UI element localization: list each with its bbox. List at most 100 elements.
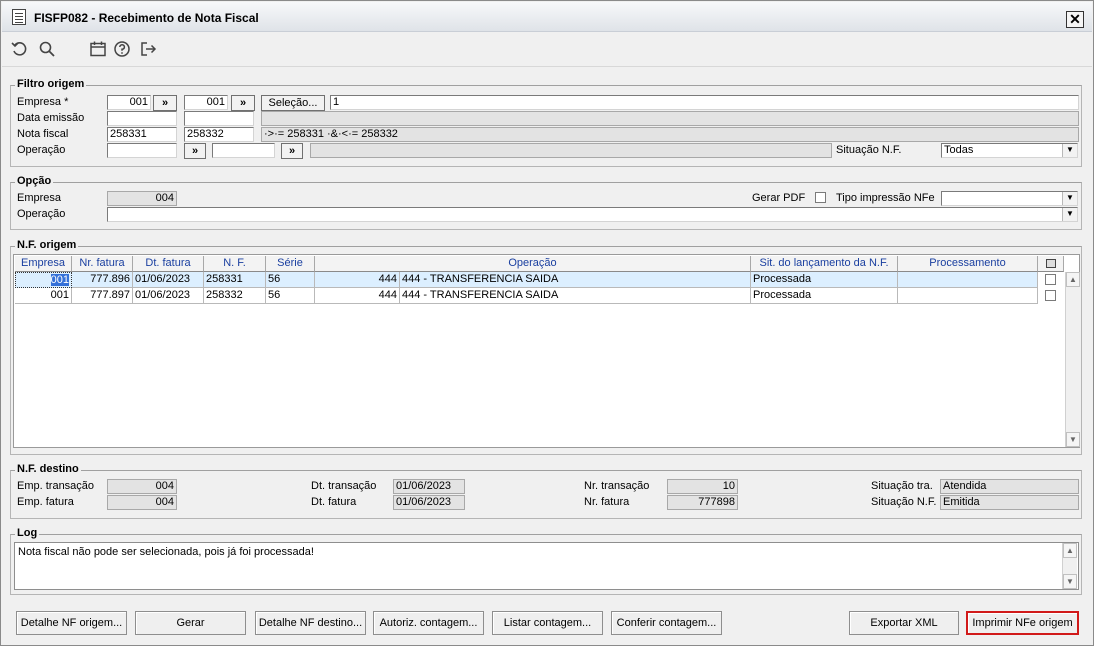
cell-nr-fatura[interactable]: 777.896 (72, 272, 133, 288)
opcao-group (10, 182, 1082, 230)
cell-dt-fatura[interactable]: 01/06/2023 (133, 288, 204, 304)
situacao-nf-value: Todas (944, 144, 974, 156)
cell-op-code[interactable]: 444 (315, 272, 400, 288)
main-window: FISFP082 - Recebimento de Nota Fiscal ✕ … (0, 0, 1094, 646)
detalhe-nf-origem-button[interactable]: Detalhe NF origem... (16, 611, 127, 635)
cell-operacao[interactable]: 444 - TRANSFERENCIA SAIDA (400, 288, 751, 304)
empresa-label: Empresa * (17, 96, 69, 108)
scroll-up-icon[interactable]: ▲ (1063, 543, 1077, 558)
emp-fatura-label: Emp. fatura (17, 496, 74, 508)
emp-transacao-field: 004 (107, 479, 177, 494)
cell-empresa[interactable]: 001 (15, 272, 72, 288)
exit-icon[interactable] (138, 40, 158, 60)
cell-nf[interactable]: 258332 (204, 288, 266, 304)
col-header-nf[interactable]: N. F. (204, 256, 266, 272)
col-header-dt-fatura[interactable]: Dt. fatura (133, 256, 204, 272)
col-header-empresa[interactable]: Empresa (15, 256, 72, 272)
scroll-down-icon[interactable]: ▼ (1063, 574, 1077, 589)
empresa-from-lookup-button[interactable]: » (153, 95, 177, 111)
operacao-from-lookup-button[interactable]: » (184, 143, 206, 159)
col-header-situacao[interactable]: Sit. do lançamento da N.F. (751, 256, 898, 272)
col-header-operacao[interactable]: Operação (315, 256, 751, 272)
selecao-button[interactable]: Seleção... (261, 95, 325, 111)
nr-fatura-field: 777898 (667, 495, 738, 510)
cell-operacao[interactable]: 444 - TRANSFERENCIA SAIDA (400, 272, 751, 288)
empresa-to-input[interactable]: 001 (184, 95, 228, 110)
cell-op-code[interactable]: 444 (315, 288, 400, 304)
imprimir-nfe-origem-button[interactable]: Imprimir NFe origem (966, 611, 1079, 635)
situacao-tra-label: Situação tra. (871, 480, 933, 492)
operacao-from-input[interactable] (107, 143, 177, 158)
chevron-down-icon[interactable]: ▼ (1062, 192, 1077, 205)
log-scrollbar[interactable]: ▲ ▼ (1062, 543, 1077, 589)
situacao-nf-select[interactable]: Todas ▼ (941, 143, 1078, 158)
cell-nr-fatura[interactable]: 777.897 (72, 288, 133, 304)
close-button[interactable]: ✕ (1066, 11, 1084, 28)
row-checkbox[interactable] (1045, 290, 1056, 301)
data-emissao-to-input[interactable] (184, 111, 254, 126)
nota-expression: ·>·= 258331 ·&·<·= 258332 (261, 127, 1079, 142)
nf-destino-title: N.F. destino (15, 463, 81, 475)
selecao-value-field[interactable]: 1 (330, 95, 1079, 110)
nota-to-input[interactable]: 258332 (184, 127, 254, 142)
toolbar (2, 33, 1092, 67)
cell-serie[interactable]: 56 (266, 288, 315, 304)
nr-transacao-field: 10 (667, 479, 738, 494)
log-title: Log (15, 527, 40, 539)
listar-contagem-button[interactable]: Listar contagem... (492, 611, 603, 635)
gerar-pdf-checkbox[interactable] (815, 192, 826, 203)
empresa-from-input[interactable]: 001 (107, 95, 151, 110)
window-title: FISFP082 - Recebimento de Nota Fiscal (34, 11, 259, 25)
chevron-down-icon[interactable]: ▼ (1062, 144, 1077, 157)
cell-nf[interactable]: 258331 (204, 272, 266, 288)
cell-situacao[interactable]: Processada (751, 288, 898, 304)
gerar-button[interactable]: Gerar (135, 611, 246, 635)
tipo-impressao-select[interactable]: ▼ (941, 191, 1078, 206)
row-checkbox[interactable] (1045, 274, 1056, 285)
search-icon[interactable] (37, 40, 57, 60)
cell-dt-fatura[interactable]: 01/06/2023 (133, 272, 204, 288)
operacao-to-lookup-button[interactable]: » (281, 143, 303, 159)
cell-processamento[interactable] (898, 272, 1038, 288)
emp-fatura-field: 004 (107, 495, 177, 510)
undo-icon[interactable] (10, 40, 30, 60)
select-all-icon[interactable] (1045, 259, 1056, 268)
cell-serie[interactable]: 56 (266, 272, 315, 288)
col-header-select-all[interactable] (1038, 256, 1064, 272)
nota-from-input[interactable]: 258331 (107, 127, 177, 142)
opcao-title: Opção (15, 175, 54, 187)
log-textarea[interactable]: Nota fiscal não pode ser selecionada, po… (14, 542, 1079, 590)
help-icon[interactable] (112, 40, 132, 60)
col-header-nr-fatura[interactable]: Nr. fatura (72, 256, 133, 272)
autoriz-contagem-button[interactable]: Autoriz. contagem... (373, 611, 484, 635)
scroll-down-icon[interactable]: ▼ (1066, 432, 1080, 447)
empresa-to-lookup-button[interactable]: » (231, 95, 255, 111)
cell-situacao[interactable]: Processada (751, 272, 898, 288)
dt-fatura-label: Dt. fatura (311, 496, 357, 508)
cell-empresa[interactable]: 001 (15, 288, 72, 304)
data-emissao-expression (261, 111, 1079, 126)
chevron-down-icon[interactable]: ▼ (1062, 208, 1077, 221)
nf-origem-table: Empresa Nr. fatura Dt. fatura N. F. Séri… (13, 254, 1080, 448)
nf-origem-title: N.F. origem (15, 239, 79, 251)
opcao-operacao-select[interactable]: ▼ (107, 207, 1078, 222)
tipo-impressao-label: Tipo impressão NFe (836, 192, 935, 204)
title-bar: FISFP082 - Recebimento de Nota Fiscal ✕ (2, 2, 1092, 32)
scroll-up-icon[interactable]: ▲ (1066, 272, 1080, 287)
situacao-tra-field: Atendida (940, 479, 1079, 494)
col-header-processamento[interactable]: Processamento (898, 256, 1038, 272)
calendar-icon[interactable] (88, 40, 108, 60)
detalhe-nf-destino-button[interactable]: Detalhe NF destino... (255, 611, 366, 635)
exportar-xml-button[interactable]: Exportar XML (849, 611, 959, 635)
table-scrollbar[interactable]: ▲ ▼ (1065, 272, 1080, 447)
conferir-contagem-button[interactable]: Conferir contagem... (611, 611, 722, 635)
dt-transacao-label: Dt. transação (311, 480, 377, 492)
operacao-label: Operação (17, 144, 66, 156)
data-emissao-from-input[interactable] (107, 111, 177, 126)
col-header-serie[interactable]: Série (266, 256, 315, 272)
cell-processamento[interactable] (898, 288, 1038, 304)
dt-transacao-field: 01/06/2023 (393, 479, 465, 494)
emp-transacao-label: Emp. transação (17, 480, 95, 492)
document-icon (12, 9, 26, 25)
operacao-to-input[interactable] (212, 143, 275, 158)
